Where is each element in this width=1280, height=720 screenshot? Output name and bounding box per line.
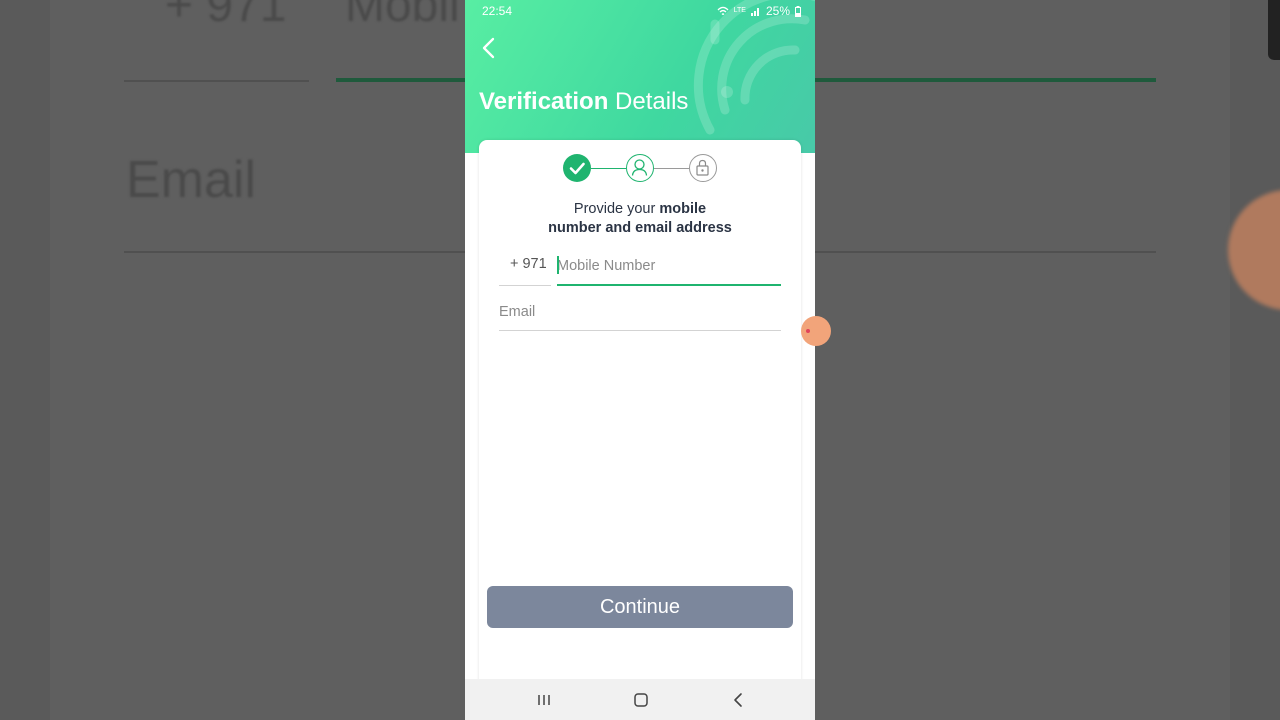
text-cursor [557, 256, 559, 274]
country-code-label: + 971 [510, 256, 547, 272]
battery-icon [795, 5, 801, 17]
continue-button[interactable]: Continue [487, 586, 793, 628]
page-title-bold: Verification [479, 88, 609, 115]
back-icon [734, 693, 742, 707]
status-bar: 22:54 LTE 25% [482, 4, 801, 20]
step-2-active [626, 154, 654, 182]
phone-screen: 22:54 LTE 25% Verification Details Provi… [465, 0, 815, 720]
instruction-text: Provide your [573, 201, 660, 217]
check-icon [569, 162, 585, 175]
chevron-left-icon [482, 37, 495, 59]
background-mobile-text: Mobil [345, 0, 460, 32]
instruction-bold: number and email address [548, 219, 732, 236]
bubble-dot-icon [806, 329, 810, 333]
page-title-regular: Details [608, 88, 689, 115]
email-input[interactable] [499, 294, 781, 331]
background-prefix-text: + 971 [165, 0, 287, 32]
recent-apps-icon [538, 695, 550, 705]
progress-stepper [479, 154, 801, 186]
recent-apps-button[interactable] [532, 689, 556, 711]
user-icon [631, 159, 648, 176]
lock-icon [696, 159, 709, 176]
country-code-selector[interactable]: + 971 [499, 248, 551, 286]
background-orange-circle [1228, 190, 1280, 310]
step-connector [654, 168, 689, 169]
mobile-number-input[interactable] [557, 248, 781, 286]
instruction-bold: mobile [659, 201, 707, 217]
fingerprint-decoration-icon [693, 0, 815, 135]
wifi-icon [717, 6, 729, 15]
status-time: 22:54 [482, 4, 513, 18]
status-icons: LTE 25% [717, 4, 801, 18]
step-3-pending [689, 154, 717, 182]
background-divider [124, 80, 309, 82]
back-button[interactable] [477, 34, 507, 64]
step-connector [591, 168, 626, 169]
floating-bubble[interactable] [801, 316, 831, 346]
step-1-done [563, 154, 591, 182]
system-back-button[interactable] [727, 689, 751, 711]
network-label: LTE [733, 7, 746, 14]
system-nav-bar [465, 679, 815, 720]
home-icon [634, 693, 648, 707]
header: 22:54 LTE 25% Verification Details [465, 0, 815, 153]
background-email-text: Email [126, 151, 257, 209]
background-edge-tab [1268, 0, 1280, 60]
signal-icon [750, 8, 759, 16]
form-instruction: Provide your mobile number and email add… [479, 200, 801, 237]
page-title: Verification Details [479, 88, 688, 116]
home-button[interactable] [629, 689, 653, 711]
battery-percent: 25% [765, 4, 790, 18]
